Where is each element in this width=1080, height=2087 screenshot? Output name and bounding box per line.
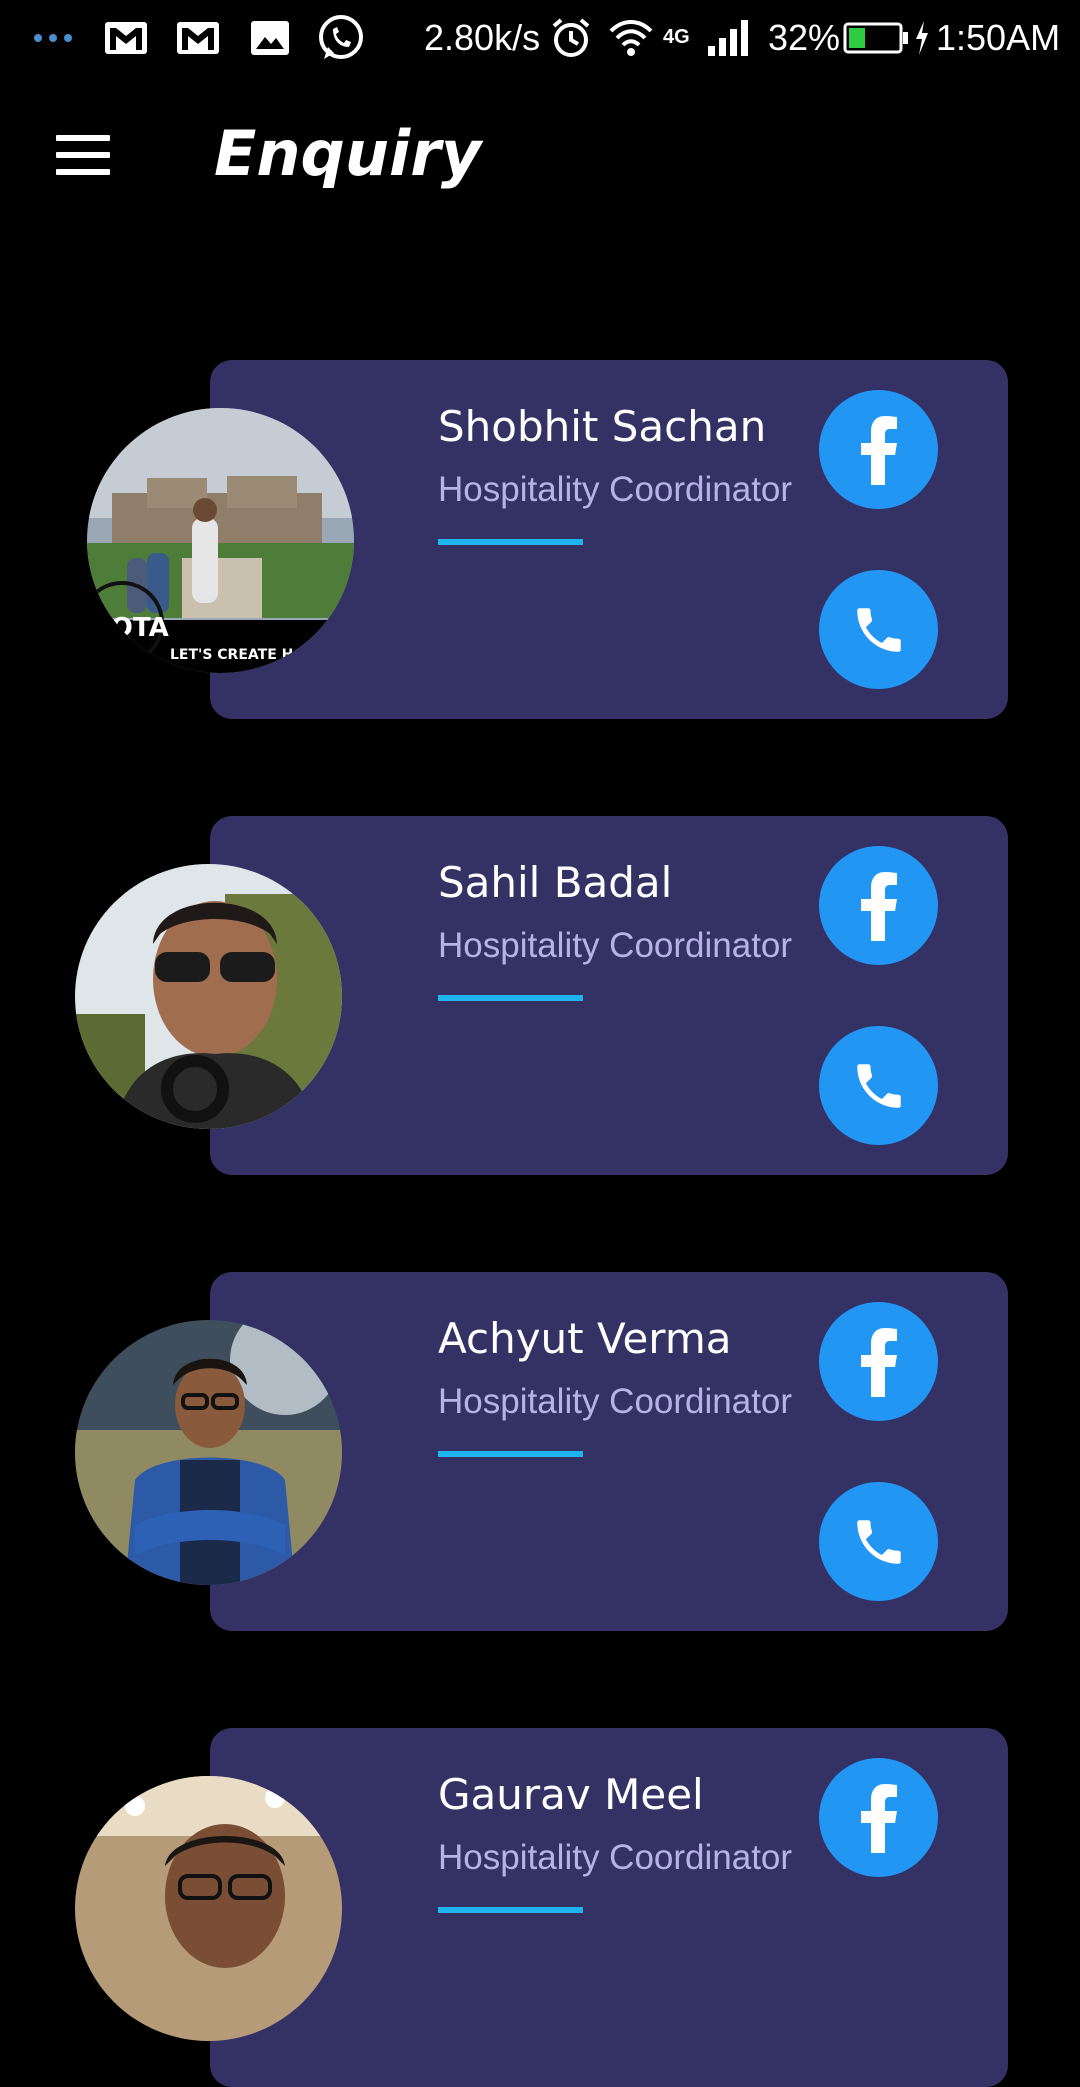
accent-divider: [438, 1451, 583, 1457]
avatar: NOTA LET'S CREATE H: [87, 408, 354, 673]
contact-role: Hospitality Coordinator: [438, 470, 793, 509]
contact-role: Hospitality Coordinator: [438, 1382, 793, 1421]
more-dots-icon: [32, 0, 74, 75]
contact-name: Shobhit Sachan: [438, 402, 767, 451]
avatar: [75, 1320, 342, 1585]
facebook-button[interactable]: [819, 390, 938, 509]
page-title: Enquiry: [214, 117, 482, 190]
facebook-button[interactable]: [819, 1302, 938, 1421]
facebook-icon: [860, 871, 897, 941]
whatsapp-icon: [316, 0, 366, 75]
contact-name: Sahil Badal: [438, 858, 673, 907]
avatar: [75, 864, 342, 1129]
phone-icon: [856, 1063, 901, 1108]
charging-icon: [914, 0, 930, 75]
status-bar: 2.80k/s 4G 32% 1:50AM: [0, 0, 1080, 75]
accent-divider: [438, 539, 583, 545]
hamburger-menu-icon[interactable]: [40, 115, 130, 195]
call-button[interactable]: [819, 1026, 938, 1145]
battery-level: 32%: [768, 16, 841, 58]
contact-role: Hospitality Coordinator: [438, 926, 793, 965]
call-button[interactable]: [819, 1482, 938, 1601]
network-type: 4G: [663, 26, 690, 48]
call-button[interactable]: [819, 570, 938, 689]
facebook-button[interactable]: [819, 846, 938, 965]
gmail-icon: [175, 0, 221, 75]
photo-badge: NOTA: [89, 613, 169, 643]
network-speed: 2.80k/s: [424, 16, 541, 58]
gmail-icon: [103, 0, 149, 75]
photo-caption: LET'S CREATE H: [170, 647, 293, 663]
app-bar: Enquiry: [0, 75, 1080, 240]
battery-icon: [843, 0, 909, 75]
facebook-icon: [860, 415, 897, 485]
contact-name: Gaurav Meel: [438, 1770, 704, 1819]
accent-divider: [438, 995, 583, 1001]
facebook-icon: [860, 1327, 897, 1397]
contact-role: Hospitality Coordinator: [438, 1838, 793, 1877]
gallery-icon: [249, 0, 291, 75]
accent-divider: [438, 1907, 583, 1913]
alarm-icon: [550, 0, 592, 75]
clock: 1:50AM: [936, 16, 1061, 58]
avatar: [75, 1776, 342, 2041]
phone-icon: [856, 607, 901, 652]
phone-icon: [856, 1519, 901, 1564]
contact-name: Achyut Verma: [438, 1314, 732, 1363]
wifi-icon: [609, 0, 653, 75]
facebook-icon: [860, 1783, 897, 1853]
facebook-button[interactable]: [819, 1758, 938, 1877]
signal-icon: [706, 0, 750, 75]
